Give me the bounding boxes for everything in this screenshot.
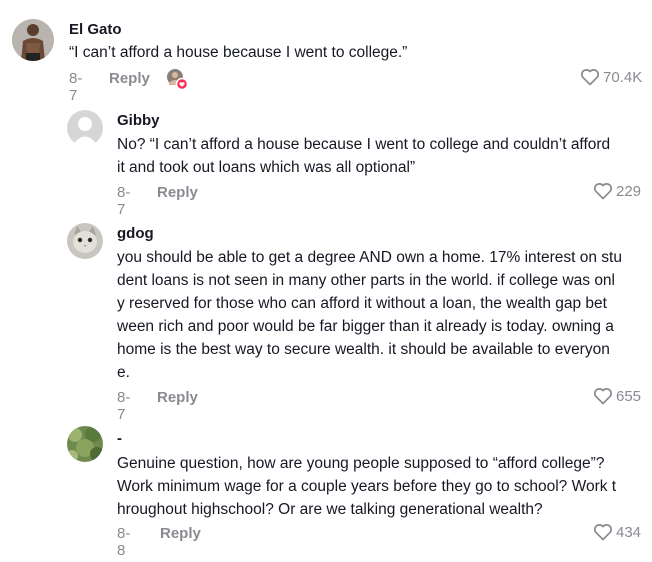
reply-button[interactable]: Reply [109, 70, 150, 87]
comment-text: No? “I can’t afford a house because I we… [117, 133, 610, 179]
comment-text: you should be able to get a degree AND o… [117, 246, 622, 384]
liked-by-creator-badge [166, 68, 189, 91]
comment-date: 8-7 [117, 184, 131, 218]
username[interactable]: El Gato [69, 21, 122, 38]
comment-text: “I can’t afford a house because I went t… [69, 41, 407, 64]
like-count: 229 [616, 182, 642, 200]
cat-icon [67, 223, 103, 259]
username[interactable]: - [117, 430, 122, 447]
comment-text-line: dent loans is not seen in many other par… [117, 272, 615, 289]
like-button[interactable]: 434 [593, 523, 641, 541]
avatar[interactable] [12, 19, 54, 61]
comment-text-line: ween rich and poor would be far bigger t… [117, 318, 614, 335]
username[interactable]: gdog [117, 225, 154, 242]
like-count: 70.4K [603, 68, 643, 86]
comment-text-line: home is the best way to secure wealth. i… [117, 341, 610, 358]
comment-text-line: y reserved for those who can afford it w… [117, 295, 607, 312]
comment-date: 8-7 [69, 70, 83, 104]
comment-text-line: it and took out loans which was all opti… [117, 159, 416, 176]
avatar[interactable] [67, 426, 103, 462]
comment-text-line: No? “I can’t afford a house because I we… [117, 136, 611, 153]
heart-icon [593, 388, 613, 405]
heart-icon [580, 69, 600, 86]
like-button[interactable]: 229 [593, 182, 641, 200]
like-count: 655 [616, 387, 642, 405]
reply-button[interactable]: Reply [160, 525, 201, 542]
heart-icon [593, 524, 613, 541]
comment-text-line: Work minimum wage for a couple years bef… [117, 478, 617, 495]
like-count: 434 [616, 523, 642, 541]
avatar[interactable] [67, 223, 103, 259]
comment-text-line: e. [117, 364, 130, 381]
username[interactable]: Gibby [117, 112, 160, 129]
like-button[interactable]: 655 [593, 387, 641, 405]
nature-icon [67, 426, 103, 462]
like-button[interactable]: 70.4K [580, 68, 642, 86]
reply-button[interactable]: Reply [157, 184, 198, 201]
comment-text-line: you should be able to get a degree AND o… [117, 249, 622, 266]
heart-icon [593, 183, 613, 200]
comment-date: 8-7 [117, 389, 131, 423]
comment-text-line: hroughout highschool? Or are we talking … [117, 501, 543, 518]
avatar[interactable] [67, 110, 103, 146]
default-user-icon [67, 110, 103, 146]
comment-text: Genuine question, how are young people s… [117, 452, 616, 521]
reply-button[interactable]: Reply [157, 389, 198, 406]
comment-text-line: “I can’t afford a house because I went t… [69, 44, 408, 61]
comment-date: 8-8 [117, 525, 131, 559]
comment-text-line: Genuine question, how are young people s… [117, 455, 605, 472]
